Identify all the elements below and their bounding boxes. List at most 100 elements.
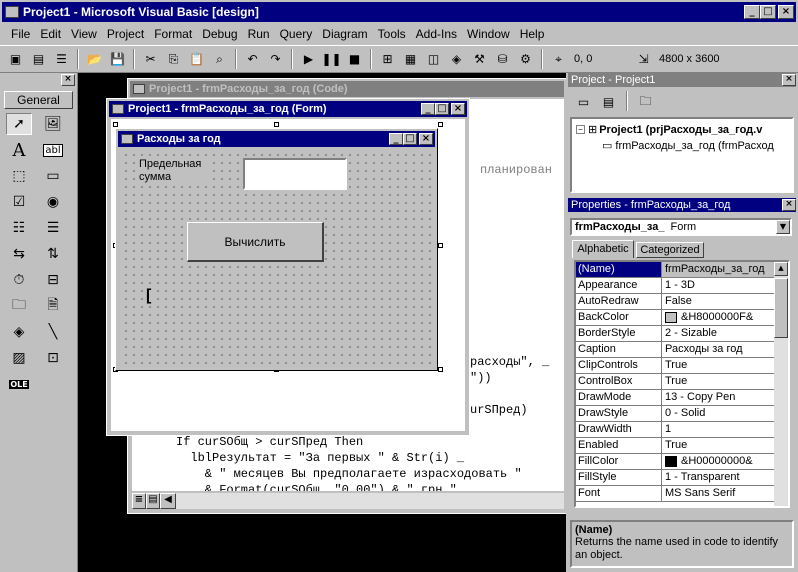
- break-icon[interactable]: ❚❚: [320, 48, 343, 70]
- minimize-icon[interactable]: _: [389, 133, 403, 145]
- ole-icon[interactable]: OLE: [6, 373, 32, 395]
- menu-query[interactable]: Query: [275, 25, 318, 43]
- property-value[interactable]: False: [662, 294, 774, 309]
- label-icon[interactable]: A: [6, 139, 32, 161]
- start-icon[interactable]: ▶: [297, 48, 320, 70]
- line-icon[interactable]: ╲: [40, 321, 66, 343]
- add-project-icon[interactable]: ▣: [4, 48, 27, 70]
- property-row[interactable]: FillStyle 1 - Transparent: [576, 470, 774, 486]
- property-value[interactable]: 2 - Sizable: [662, 326, 774, 341]
- menu-editor-icon[interactable]: ☰: [50, 48, 73, 70]
- menu-file[interactable]: File: [6, 25, 35, 43]
- frame-icon[interactable]: ⬚: [6, 165, 32, 187]
- maximize-icon[interactable]: □: [435, 103, 449, 115]
- component-manager-icon[interactable]: ⚙: [514, 48, 537, 70]
- tab-categorized[interactable]: Categorized: [636, 242, 704, 258]
- collapse-icon[interactable]: −: [576, 125, 585, 134]
- vb-app-icon[interactable]: [5, 6, 19, 18]
- data-view-icon[interactable]: ⛁: [491, 48, 514, 70]
- picturebox-icon[interactable]: 🖼: [40, 113, 66, 135]
- object-dropdown[interactable]: frmРасходы_за_ Form ▼: [570, 218, 792, 236]
- property-row[interactable]: Caption Расходы за год: [576, 342, 774, 358]
- image-icon[interactable]: ▨: [6, 347, 32, 369]
- property-value[interactable]: True: [662, 374, 774, 389]
- property-value[interactable]: MS Sans Serif: [662, 486, 774, 501]
- checkbox-icon[interactable]: ☑: [6, 191, 32, 213]
- project-explorer-close-icon[interactable]: ×: [782, 74, 796, 86]
- find-icon[interactable]: ⌕: [208, 48, 231, 70]
- toolbox-close-icon[interactable]: ×: [61, 74, 75, 86]
- property-value[interactable]: &H8000000F&: [662, 310, 774, 325]
- view-code-icon[interactable]: ▭: [572, 91, 595, 113]
- dirlistbox-icon[interactable]: 🗀: [6, 295, 32, 317]
- close-icon[interactable]: ×: [778, 5, 794, 19]
- property-row[interactable]: ClipControls True: [576, 358, 774, 374]
- property-value[interactable]: True: [662, 438, 774, 453]
- menu-help[interactable]: Help: [515, 25, 550, 43]
- property-row[interactable]: (Name) frmРасходы_за_год: [576, 262, 774, 278]
- property-row[interactable]: AutoRedraw False: [576, 294, 774, 310]
- data-control-icon[interactable]: ⊡: [40, 347, 66, 369]
- copy-icon[interactable]: ⎘: [162, 48, 185, 70]
- save-icon[interactable]: 💾: [106, 48, 129, 70]
- menu-edit[interactable]: Edit: [35, 25, 66, 43]
- listbox-icon[interactable]: ☰: [40, 217, 66, 239]
- view-procedure-icon[interactable]: ≡: [132, 493, 146, 509]
- redo-icon[interactable]: ↷: [264, 48, 287, 70]
- property-value[interactable]: True: [662, 358, 774, 373]
- vb-form-titlebar[interactable]: Расходы за год _ □ ×: [118, 131, 435, 147]
- toggle-folders-icon[interactable]: 🗀: [634, 91, 657, 113]
- resize-handle[interactable]: [438, 243, 443, 248]
- property-value[interactable]: Расходы за год: [662, 342, 774, 357]
- view-object-icon[interactable]: ▤: [597, 91, 620, 113]
- cut-icon[interactable]: ✂: [139, 48, 162, 70]
- tree-item-project[interactable]: − ⊞ Project1 (prjРасходы_за_год.v: [576, 123, 762, 136]
- property-value[interactable]: &H00000000&: [662, 454, 774, 469]
- properties-titlebar[interactable]: Properties - frmРасходы_за_год ×: [568, 198, 796, 212]
- minimize-icon[interactable]: _: [421, 103, 435, 115]
- chevron-down-icon[interactable]: ▼: [776, 220, 790, 234]
- result-label[interactable]: [: [146, 287, 152, 305]
- paste-icon[interactable]: 📋: [185, 48, 208, 70]
- properties-close-icon[interactable]: ×: [782, 199, 796, 211]
- scroll-thumb[interactable]: [774, 278, 788, 338]
- tab-alphabetic[interactable]: Alphabetic: [572, 240, 634, 258]
- properties-grid[interactable]: (Name) frmРасходы_за_год Appearance 1 - 3D A…: [574, 260, 790, 508]
- project-explorer-titlebar[interactable]: Project - Project1 ×: [568, 73, 796, 87]
- menu-run[interactable]: Run: [243, 25, 275, 43]
- property-row[interactable]: DrawStyle 0 - Solid: [576, 406, 774, 422]
- vb-form[interactable]: Расходы за год _ □ × Предельная сумма Вы…: [115, 128, 438, 371]
- code-window-titlebar[interactable]: Project1 - frmРасходы_за_год (Code): [130, 81, 564, 97]
- property-row[interactable]: ControlBox True: [576, 374, 774, 390]
- property-row[interactable]: Enabled True: [576, 438, 774, 454]
- drivelistbox-icon[interactable]: ⊟: [40, 269, 66, 291]
- close-icon[interactable]: ×: [451, 103, 465, 115]
- maximize-icon[interactable]: □: [403, 133, 417, 145]
- toolbox-tab-general[interactable]: General: [4, 91, 73, 109]
- undo-icon[interactable]: ↶: [241, 48, 264, 70]
- hscrollbar-icon[interactable]: ⇆: [6, 243, 32, 265]
- shape-icon[interactable]: ◈: [6, 321, 32, 343]
- commandbutton-icon[interactable]: ▭: [40, 165, 66, 187]
- toolbox-icon[interactable]: ⚒: [468, 48, 491, 70]
- property-value[interactable]: 13 - Copy Pen: [662, 390, 774, 405]
- property-row[interactable]: Font MS Sans Serif: [576, 486, 774, 502]
- project-explorer-icon[interactable]: ⊞: [376, 48, 399, 70]
- properties-window-icon[interactable]: ▦: [399, 48, 422, 70]
- calculate-button[interactable]: Вычислить: [187, 222, 324, 262]
- view-module-icon[interactable]: ▤: [146, 493, 160, 509]
- resize-handle[interactable]: [113, 122, 118, 127]
- properties-vscrollbar[interactable]: ▲: [774, 262, 788, 506]
- combobox-icon[interactable]: ☷: [6, 217, 32, 239]
- scroll-left-icon[interactable]: ◀: [160, 493, 176, 509]
- tree-item-form[interactable]: ▭ frmРасходы_за_год (frmРасход: [602, 139, 774, 153]
- limit-textbox[interactable]: [243, 158, 347, 190]
- form-layout-icon[interactable]: ◫: [422, 48, 445, 70]
- app-titlebar[interactable]: Project1 - Microsoft Visual Basic [desig…: [2, 2, 796, 22]
- menu-diagram[interactable]: Diagram: [317, 25, 372, 43]
- vscrollbar-icon[interactable]: ⇅: [40, 243, 66, 265]
- resize-handle[interactable]: [438, 367, 443, 372]
- property-row[interactable]: BorderStyle 2 - Sizable: [576, 326, 774, 342]
- pointer-icon[interactable]: ➚: [6, 113, 32, 135]
- property-value[interactable]: 1 - Transparent: [662, 470, 774, 485]
